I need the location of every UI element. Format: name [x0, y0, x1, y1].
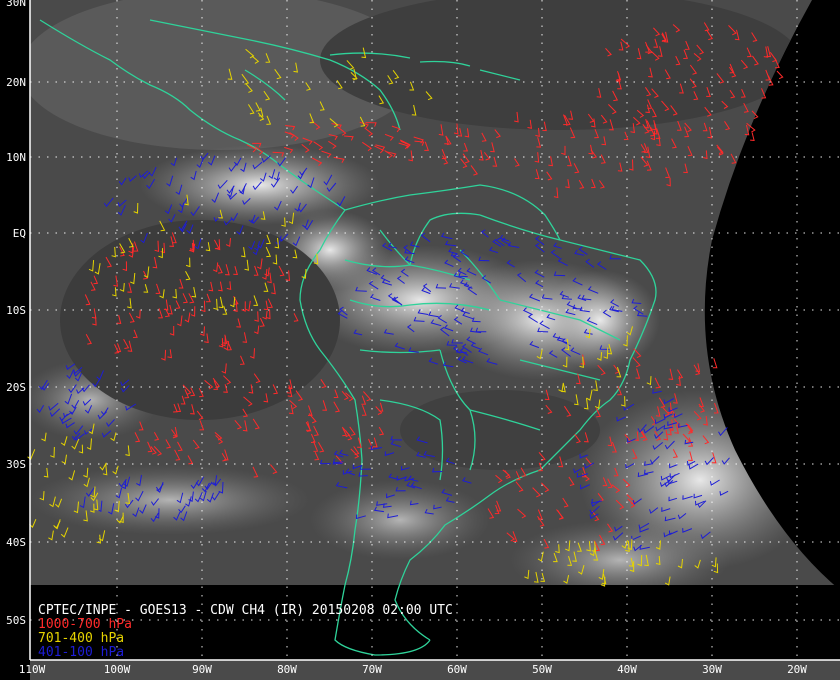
lon-label-20w: 20W — [787, 663, 807, 676]
lon-label-50w: 50W — [532, 663, 552, 676]
lon-label-70w: 70W — [362, 663, 382, 676]
lat-label-eq: EQ — [13, 227, 26, 240]
lon-label-40w: 40W — [617, 663, 637, 676]
lat-label-20n: 20N — [6, 76, 26, 89]
lat-label-10s: 10S — [6, 304, 26, 317]
map-title: CPTEC/INPE - GOES13 - CDW CH4 (IR) 20150… — [38, 603, 453, 618]
legend-item-low-level: 1000-700 hPa — [38, 617, 132, 632]
map-legend: CPTEC/INPE - GOES13 - CDW CH4 (IR) 20150… — [38, 604, 453, 660]
lon-label-80w: 80W — [277, 663, 297, 676]
lat-label-20s: 20S — [6, 381, 26, 394]
lat-label-30n: 30N — [6, 0, 26, 9]
legend-item-mid-level: 701-400 hPa — [38, 631, 125, 646]
lat-label-40s: 40S — [6, 536, 26, 549]
satellite-wind-map: 30N 20N 10N EQ 10S 20S 30S 40S 50S 110W … — [0, 0, 840, 680]
lon-label-110w: 110W — [19, 663, 46, 676]
lon-label-90w: 90W — [192, 663, 212, 676]
lon-label-30w: 30W — [702, 663, 722, 676]
lon-label-100w: 100W — [104, 663, 131, 676]
lat-label-10n: 10N — [6, 151, 26, 164]
lon-label-60w: 60W — [447, 663, 467, 676]
legend-item-high-level: 401-100 hPa — [38, 645, 125, 660]
lat-label-50s: 50S — [6, 614, 26, 627]
lat-label-30s: 30S — [6, 458, 26, 471]
